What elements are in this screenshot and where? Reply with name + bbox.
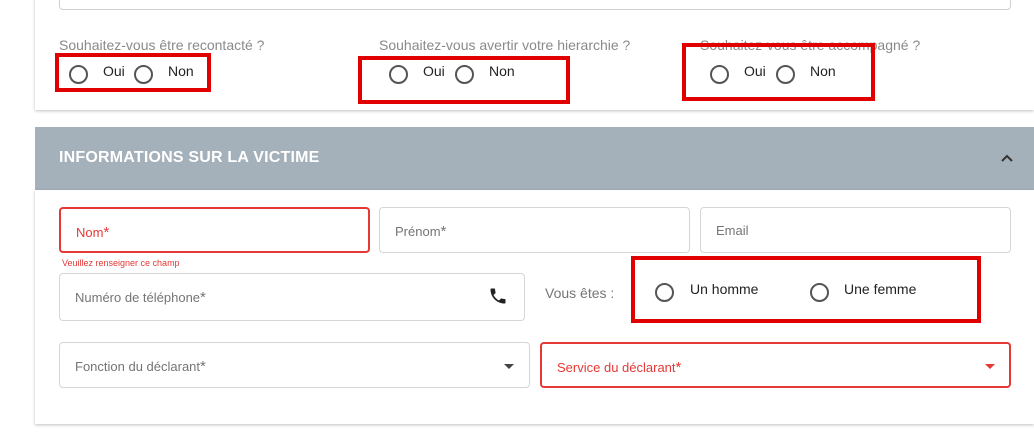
phone-label: Numéro de téléphone* bbox=[75, 289, 206, 306]
nom-error-message: Veuillez renseigner ce champ bbox=[62, 258, 180, 268]
fonction-dropdown-arrow-icon[interactable] bbox=[504, 364, 514, 369]
nom-label: Nom* bbox=[76, 224, 110, 241]
highlight-box-gender bbox=[631, 256, 981, 323]
chevron-up-icon[interactable] bbox=[999, 151, 1015, 165]
highlight-box-accompagne bbox=[682, 43, 875, 101]
gender-label: Vous êtes : bbox=[545, 285, 615, 301]
question-hierarchie-label: Souhaitez-vous avertir votre hierarchie … bbox=[379, 37, 631, 53]
phone-field[interactable]: Numéro de téléphone* bbox=[59, 273, 525, 321]
service-dropdown-arrow-icon[interactable] bbox=[985, 364, 995, 369]
email-field[interactable]: Email bbox=[700, 207, 1011, 253]
question-recontact-label: Souhaitez-vous être recontacté ? bbox=[59, 37, 265, 53]
prenom-label: Prénom* bbox=[395, 223, 447, 240]
previous-field[interactable] bbox=[59, 0, 1011, 10]
victim-section-header[interactable]: INFORMATIONS SUR LA VICTIME bbox=[35, 127, 1034, 190]
service-label: Service du déclarant* bbox=[557, 359, 682, 376]
nom-field[interactable]: Nom* bbox=[59, 207, 370, 253]
phone-icon bbox=[490, 288, 506, 304]
prenom-field[interactable]: Prénom* bbox=[379, 207, 690, 253]
highlight-box-recontact bbox=[55, 53, 211, 92]
fonction-label: Fonction du déclarant* bbox=[75, 358, 206, 375]
highlight-box-hierarchie bbox=[358, 56, 570, 104]
section-title: INFORMATIONS SUR LA VICTIME bbox=[59, 149, 320, 166]
fonction-select[interactable]: Fonction du déclarant* bbox=[59, 342, 530, 388]
email-label: Email bbox=[716, 223, 749, 238]
service-select[interactable]: Service du déclarant* bbox=[540, 342, 1011, 388]
